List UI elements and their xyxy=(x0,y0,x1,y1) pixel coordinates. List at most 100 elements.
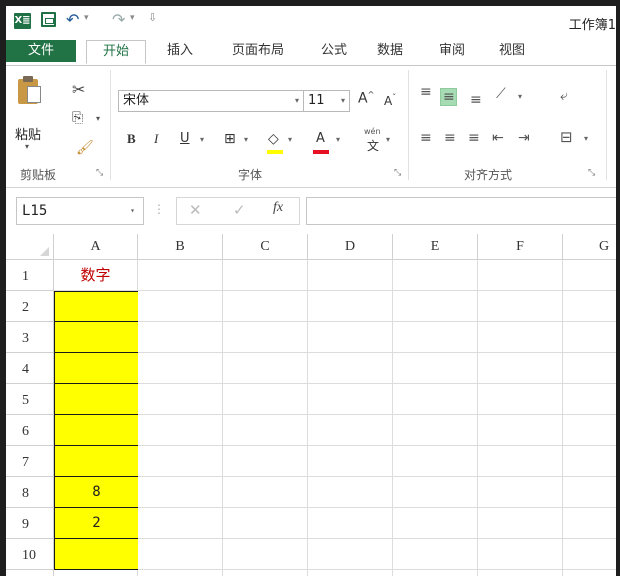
name-box[interactable]: L15 ▾ xyxy=(16,197,144,225)
cell-f6[interactable] xyxy=(478,415,563,446)
cell-g4[interactable] xyxy=(563,353,616,384)
row-header-11[interactable]: 11 xyxy=(6,570,54,576)
cell-c6[interactable] xyxy=(223,415,308,446)
cell-d7[interactable] xyxy=(308,446,393,477)
cell-f4[interactable] xyxy=(478,353,563,384)
row-header-3[interactable]: 3 xyxy=(6,322,54,353)
cell-a10[interactable] xyxy=(54,539,139,570)
tab-formulas[interactable]: 公式 xyxy=(312,40,356,64)
cell-b4[interactable] xyxy=(138,353,223,384)
copy-icon[interactable]: ⎘ xyxy=(72,110,83,126)
cell-a6[interactable] xyxy=(54,415,139,446)
cell-c1[interactable] xyxy=(223,260,308,291)
tab-home[interactable]: 开始 xyxy=(86,40,146,64)
cell-g9[interactable] xyxy=(563,508,616,539)
row-header-4[interactable]: 4 xyxy=(6,353,54,384)
cell-e11[interactable] xyxy=(393,570,478,576)
column-header-b[interactable]: B xyxy=(138,234,223,260)
cell-c8[interactable] xyxy=(223,477,308,508)
font-name-select[interactable]: 宋体 ▾ xyxy=(118,90,304,112)
cell-b3[interactable] xyxy=(138,322,223,353)
column-header-g[interactable]: G xyxy=(563,234,616,260)
align-middle-icon[interactable]: ≡ xyxy=(440,88,457,106)
cell-b11[interactable] xyxy=(138,570,223,576)
cell-e4[interactable] xyxy=(393,353,478,384)
cell-b9[interactable] xyxy=(138,508,223,539)
cell-f1[interactable] xyxy=(478,260,563,291)
column-header-f[interactable]: F xyxy=(478,234,563,260)
tab-review[interactable]: 审阅 xyxy=(430,40,474,64)
borders-dropdown-icon[interactable]: ▾ xyxy=(244,135,248,144)
cell-a3[interactable] xyxy=(54,322,139,353)
cell-d5[interactable] xyxy=(308,384,393,415)
cell-a7[interactable] xyxy=(54,446,139,477)
cell-b5[interactable] xyxy=(138,384,223,415)
column-header-e[interactable]: E xyxy=(393,234,478,260)
align-bottom-icon[interactable]: ≡ xyxy=(470,92,482,108)
cell-c2[interactable] xyxy=(223,291,308,322)
cell-e5[interactable] xyxy=(393,384,478,415)
cell-a4[interactable] xyxy=(54,353,139,384)
cell-a2[interactable] xyxy=(54,291,139,322)
row-header-10[interactable]: 10 xyxy=(6,539,54,570)
row-header-9[interactable]: 9 xyxy=(6,508,54,539)
row-header-1[interactable]: 1 xyxy=(6,260,54,291)
tab-data[interactable]: 数据 xyxy=(368,40,412,64)
phonetic-dropdown-icon[interactable]: ▾ xyxy=(386,135,390,144)
row-header-2[interactable]: 2 xyxy=(6,291,54,322)
borders-icon[interactable]: ⊞ xyxy=(224,131,236,147)
cell-f3[interactable] xyxy=(478,322,563,353)
cell-d8[interactable] xyxy=(308,477,393,508)
cell-g3[interactable] xyxy=(563,322,616,353)
cell-c11[interactable] xyxy=(223,570,308,576)
cell-g2[interactable] xyxy=(563,291,616,322)
cell-f9[interactable] xyxy=(478,508,563,539)
font-color-dropdown-icon[interactable]: ▾ xyxy=(336,135,340,144)
tab-view[interactable]: 视图 xyxy=(490,40,534,64)
cell-e3[interactable] xyxy=(393,322,478,353)
format-painter-icon[interactable]: 🖌 xyxy=(76,140,94,156)
cell-e8[interactable] xyxy=(393,477,478,508)
tab-file[interactable]: 文件 xyxy=(6,40,76,62)
cell-g6[interactable] xyxy=(563,415,616,446)
resize-handle-icon[interactable]: ⋮ xyxy=(153,202,165,216)
cell-c9[interactable] xyxy=(223,508,308,539)
cell-a8[interactable]: 8 xyxy=(54,477,139,508)
row-header-7[interactable]: 7 xyxy=(6,446,54,477)
underline-dropdown-icon[interactable]: ▾ xyxy=(200,135,204,144)
bold-button[interactable]: B xyxy=(127,131,136,147)
insert-function-button[interactable]: fx xyxy=(273,200,283,216)
row-header-6[interactable]: 6 xyxy=(6,415,54,446)
decrease-font-size-button[interactable]: Aˇ xyxy=(384,93,396,108)
cell-g5[interactable] xyxy=(563,384,616,415)
cell-d3[interactable] xyxy=(308,322,393,353)
orientation-icon[interactable]: ⟋ xyxy=(496,86,506,102)
cell-b2[interactable] xyxy=(138,291,223,322)
orientation-dropdown-icon[interactable]: ▾ xyxy=(518,92,522,101)
cell-a9[interactable]: 2 xyxy=(54,508,139,539)
cell-c4[interactable] xyxy=(223,353,308,384)
undo-dropdown-icon[interactable]: ▾ xyxy=(84,13,89,23)
cell-f7[interactable] xyxy=(478,446,563,477)
cell-g11[interactable] xyxy=(563,570,616,576)
cell-d2[interactable] xyxy=(308,291,393,322)
cell-e2[interactable] xyxy=(393,291,478,322)
cell-f8[interactable] xyxy=(478,477,563,508)
cell-e1[interactable] xyxy=(393,260,478,291)
cell-d9[interactable] xyxy=(308,508,393,539)
align-right-icon[interactable]: ≡ xyxy=(468,130,480,146)
cell-c7[interactable] xyxy=(223,446,308,477)
cell-e7[interactable] xyxy=(393,446,478,477)
merge-dropdown-icon[interactable]: ▾ xyxy=(584,134,588,143)
align-top-icon[interactable]: ≡ xyxy=(420,84,432,100)
cell-f10[interactable] xyxy=(478,539,563,570)
enter-icon[interactable]: ✓ xyxy=(233,201,246,219)
row-header-8[interactable]: 8 xyxy=(6,477,54,508)
column-header-c[interactable]: C xyxy=(223,234,308,260)
cell-c10[interactable] xyxy=(223,539,308,570)
cell-a11[interactable] xyxy=(54,570,138,576)
cell-d4[interactable] xyxy=(308,353,393,384)
cell-e9[interactable] xyxy=(393,508,478,539)
cell-d11[interactable] xyxy=(308,570,393,576)
cell-e10[interactable] xyxy=(393,539,478,570)
